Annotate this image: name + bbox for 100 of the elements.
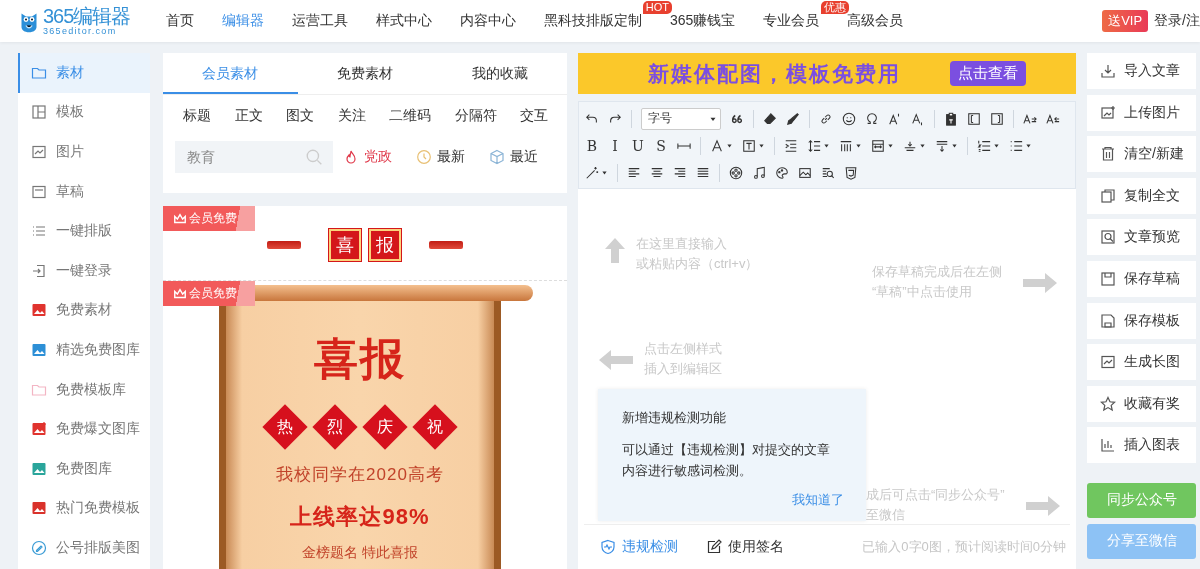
link-icon[interactable]	[819, 111, 833, 126]
vip-badge[interactable]: 送VIP	[1102, 10, 1149, 32]
eraser-icon[interactable]	[763, 111, 777, 126]
image-icon	[31, 500, 47, 517]
font-size-dropdown[interactable]: 字号	[641, 107, 721, 130]
bulleted-list-icon[interactable]	[1009, 138, 1023, 153]
sidebar-item[interactable]: 免费素材	[18, 290, 150, 331]
category-link[interactable]: 标题	[183, 107, 211, 141]
frame-icon[interactable]	[967, 111, 981, 126]
paragraph-spacing-icon[interactable]	[935, 138, 949, 153]
indent-icon[interactable]	[784, 138, 798, 153]
category-link[interactable]: 图文	[286, 107, 314, 141]
magic-wand-icon[interactable]	[585, 165, 599, 180]
numbered-list-icon[interactable]	[977, 138, 991, 153]
category-link[interactable]: 分隔符	[454, 107, 497, 141]
toolbar-button[interactable]: 复制全文	[1087, 177, 1196, 214]
paste-icon[interactable]	[944, 111, 958, 126]
diamond-tile: 庆	[362, 404, 408, 450]
table-icon[interactable]	[871, 138, 885, 153]
subscript-icon[interactable]	[911, 111, 925, 126]
nav-link[interactable]: 高级会员	[847, 12, 904, 30]
tag-link[interactable]: 党政	[343, 148, 392, 166]
sidebar-item[interactable]: 免费图库	[18, 448, 150, 489]
toolbar-button[interactable]: 清空/新建	[1087, 136, 1196, 173]
promo-badge: 优惠	[821, 1, 850, 14]
compliance-check-link[interactable]: 违规检测	[600, 538, 678, 556]
align-left-icon[interactable]	[627, 165, 641, 180]
image-icon	[31, 341, 47, 358]
music-icon[interactable]	[752, 165, 766, 180]
toolbar-button[interactable]: 收藏有奖	[1087, 385, 1196, 422]
clock-icon	[416, 149, 432, 165]
toolbar-button[interactable]: 导入文章	[1087, 53, 1196, 89]
diamond-tile: 祝	[412, 404, 458, 450]
image-icon[interactable]	[798, 165, 812, 180]
tag-link[interactable]: 最新	[416, 148, 465, 166]
tab[interactable]: 我的收藏	[432, 53, 567, 94]
category-link[interactable]: 正文	[234, 107, 263, 141]
palette-icon[interactable]	[775, 165, 789, 180]
template-card[interactable]: 会员免费 喜报 热 烈 庆 祝 我校同学在2020高考 上线率达98% 金榜题名 特此喜报	[163, 281, 567, 569]
letter-spacing-icon[interactable]	[839, 138, 853, 153]
save-icon	[1100, 312, 1116, 329]
flame-icon	[343, 149, 359, 165]
login-link[interactable]: 登录/注	[1154, 12, 1200, 30]
title-character: 喜	[329, 229, 361, 261]
frame-icon[interactable]	[990, 111, 1004, 126]
template-card[interactable]: 会员免费 喜 报	[163, 206, 567, 281]
nav-link[interactable]: 首页	[166, 12, 194, 30]
format-button[interactable]: I	[608, 137, 622, 154]
video-icon[interactable]	[729, 165, 743, 180]
format-button[interactable]: B	[585, 137, 599, 154]
nav-link[interactable]: 运营工具	[292, 12, 348, 30]
font-color-icon[interactable]	[710, 138, 724, 153]
tab[interactable]: 会员素材	[163, 53, 298, 94]
category-link[interactable]: 交互	[520, 107, 548, 141]
tab[interactable]: 免费素材	[297, 53, 433, 94]
smiley-icon[interactable]	[842, 111, 856, 126]
view-button[interactable]: 点击查看	[950, 61, 1026, 86]
background-color-icon[interactable]	[742, 138, 756, 153]
sidebar-item[interactable]: 免费模板库	[18, 369, 150, 410]
sidebar-item[interactable]: 精选免费图库	[18, 330, 150, 370]
superscript-icon[interactable]	[888, 111, 902, 126]
promo-banner[interactable]: 新媒体配图，模板免费用 点击查看	[578, 53, 1076, 94]
format-button[interactable]: U	[631, 137, 645, 154]
line-height-icon[interactable]	[807, 138, 821, 153]
sidebar-item[interactable]: 热门免费模板	[18, 488, 150, 529]
tag-link[interactable]: 最近	[489, 148, 538, 166]
sidebar-item[interactable]: 免费爆文图库	[18, 409, 150, 449]
omega-icon[interactable]	[865, 111, 879, 126]
html5-icon[interactable]	[844, 165, 858, 180]
category-link[interactable]: 关注	[337, 107, 366, 141]
sidebar-item[interactable]: 模板	[18, 92, 150, 133]
toolbar-button[interactable]: 保存模板	[1087, 302, 1196, 339]
nav-link[interactable]: 内容中心	[460, 12, 516, 30]
sidebar-item[interactable]: 一键排版	[18, 211, 150, 251]
sidebar-item[interactable]: 公号排版美图	[18, 528, 150, 568]
toolbar-button[interactable]: 上传图片	[1087, 94, 1196, 131]
nav-link[interactable]: 样式中心	[376, 12, 432, 30]
left-arrow-icon	[598, 349, 634, 371]
find-icon[interactable]	[821, 165, 835, 180]
image-icon	[31, 460, 47, 477]
toolbar-button[interactable]: 保存草稿	[1087, 260, 1196, 297]
sidebar-item[interactable]: 一键登录	[18, 250, 150, 291]
sidebar-item[interactable]: 图片	[18, 132, 150, 172]
signature-link[interactable]: 使用签名	[706, 538, 784, 556]
format-button[interactable]: S	[654, 137, 668, 154]
cube-icon	[489, 149, 505, 165]
decorative-bar	[429, 241, 463, 249]
search-field[interactable]: 教育	[175, 141, 333, 173]
align-right-icon[interactable]	[673, 165, 687, 180]
toolbar-button[interactable]: 文章预览	[1087, 219, 1196, 256]
toolbar-button[interactable]: 插入图表	[1087, 427, 1196, 464]
nav-link[interactable]: 365赚钱宝	[670, 12, 736, 30]
sidebar-item[interactable]: 草稿	[18, 171, 150, 212]
toolbar-button[interactable]: 生成长图	[1087, 344, 1196, 381]
align-justify-icon[interactable]	[696, 165, 710, 180]
align-center-icon[interactable]	[650, 165, 664, 180]
category-link[interactable]: 二维码	[389, 107, 431, 141]
star-icon	[1100, 395, 1116, 412]
nav-link[interactable]: 编辑器	[222, 12, 264, 30]
brush-icon[interactable]	[786, 111, 800, 126]
